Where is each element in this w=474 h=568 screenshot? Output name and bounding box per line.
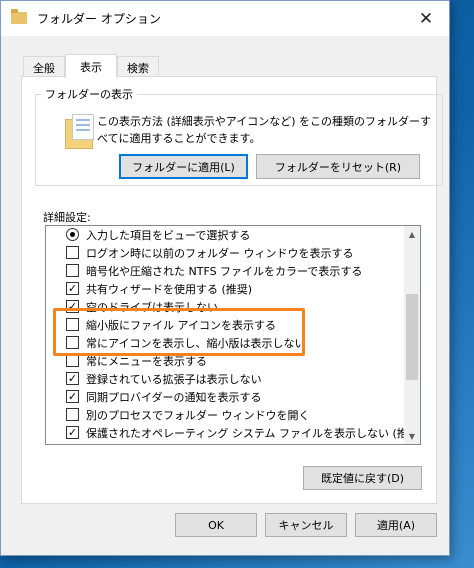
settings-row-label: ログオン時に以前のフォルダー ウィンドウを表示する — [86, 247, 354, 260]
apply-to-folders-button[interactable]: フォルダーに適用(L) — [119, 154, 248, 179]
checkbox[interactable] — [66, 264, 79, 277]
list-scrollbar[interactable]: ▲ ▼ — [404, 226, 420, 444]
settings-row-label: 常にメニューを表示する — [86, 355, 207, 368]
settings-row-label: 暗号化や圧縮された NTFS ファイルをカラーで表示する — [86, 265, 363, 278]
reset-folders-button[interactable]: フォルダーをリセット(R) — [256, 154, 420, 179]
checkbox[interactable] — [66, 246, 79, 259]
tab-search-label: 検索 — [127, 61, 149, 75]
checkbox[interactable]: ✓ — [66, 282, 79, 295]
restore-defaults-label: 既定値に戻す(D) — [320, 472, 405, 485]
checkbox[interactable] — [66, 336, 79, 349]
settings-row[interactable]: ✓ 登録されている拡張子は表示しない — [46, 369, 404, 387]
settings-row[interactable]: 縮小版にファイル アイコンを表示する — [46, 315, 404, 333]
settings-row[interactable]: ✓ 共有ウィザードを使用する (推奨) — [46, 279, 404, 297]
radio-button[interactable] — [66, 228, 79, 241]
settings-row-label: 縮小版にファイル アイコンを表示する — [86, 319, 276, 332]
settings-row[interactable]: 暗号化や圧縮された NTFS ファイルをカラーで表示する — [46, 261, 404, 279]
settings-row-label: 別のプロセスでフォルダー ウィンドウを開く — [86, 409, 310, 422]
settings-row[interactable]: ログオン時に以前のフォルダー ウィンドウを表示する — [46, 243, 404, 261]
checkbox[interactable] — [66, 318, 79, 331]
folder-views-description: この表示方法 (詳細表示やアイコンなど) をこの種類のフォルダーすべてに適用する… — [97, 115, 432, 145]
apply-button[interactable]: 適用(A) — [355, 513, 437, 537]
settings-row-label: 空のドライブは表示しない — [86, 301, 218, 314]
title-bar: フォルダー オプション ✕ — [1, 1, 449, 36]
window-title: フォルダー オプション — [37, 12, 161, 26]
checkbox[interactable]: ✓ — [66, 390, 79, 403]
close-icon: ✕ — [418, 8, 434, 29]
tab-view-label: 表示 — [80, 60, 102, 74]
document-icon — [72, 114, 94, 140]
scroll-down-icon[interactable]: ▼ — [404, 428, 420, 444]
folder-icon — [11, 9, 27, 24]
apply-to-folders-label: フォルダーに適用(L) — [132, 160, 235, 174]
apply-label: 適用(A) — [376, 519, 416, 532]
settings-row[interactable]: ✓ 保護されたオペレーティング システム ファイルを表示しない (推奨) — [46, 423, 420, 441]
folder-views-title: フォルダーの表示 — [41, 86, 137, 102]
restore-defaults-button[interactable]: 既定値に戻す(D) — [303, 466, 422, 490]
tab-general[interactable]: 全般 — [23, 56, 65, 78]
reset-folders-label: フォルダーをリセット(R) — [274, 160, 402, 174]
settings-row-label: 入力した項目をビューで選択する — [86, 229, 251, 242]
settings-row[interactable]: ✓ 空のドライブは表示しない — [46, 297, 404, 315]
ok-button[interactable]: OK — [175, 513, 257, 537]
cancel-label: キャンセル — [278, 519, 334, 532]
scroll-thumb[interactable] — [406, 294, 418, 380]
advanced-settings-label: 詳細設定: — [43, 211, 91, 224]
settings-row[interactable]: 別のプロセスでフォルダー ウィンドウを開く — [46, 405, 404, 423]
settings-row[interactable]: 常にメニューを表示する — [46, 351, 404, 369]
checkbox[interactable] — [66, 408, 79, 421]
checkbox[interactable] — [66, 354, 79, 367]
tab-view[interactable]: 表示 — [65, 54, 117, 78]
settings-row-label: 常にアイコンを表示し、縮小版は表示しない — [86, 337, 306, 350]
settings-row[interactable]: ✓ 同期プロバイダーの通知を表示する — [46, 387, 404, 405]
checkbox[interactable]: ✓ — [66, 300, 79, 313]
checkbox[interactable]: ✓ — [66, 372, 79, 385]
ok-label: OK — [208, 518, 224, 532]
scroll-up-icon[interactable]: ▲ — [404, 226, 420, 242]
folder-icon — [65, 114, 94, 149]
settings-row[interactable]: 入力した項目をビューで選択する — [46, 226, 404, 243]
settings-row-label: 同期プロバイダーの通知を表示する — [86, 391, 262, 404]
folder-options-dialog: フォルダー オプション ✕ 全般 表示 検索 フォルダーの表示 この表示方法 (… — [0, 0, 450, 556]
close-button[interactable]: ✕ — [403, 1, 449, 36]
cancel-button[interactable]: キャンセル — [265, 513, 347, 537]
checkbox[interactable]: ✓ — [66, 426, 79, 439]
tab-general-label: 全般 — [33, 61, 55, 75]
tab-search[interactable]: 検索 — [117, 56, 159, 78]
settings-row-label: 登録されている拡張子は表示しない — [86, 373, 262, 386]
advanced-settings-list[interactable]: 入力した項目をビューで選択するログオン時に以前のフォルダー ウィンドウを表示する… — [45, 225, 421, 445]
settings-row-label: 保護されたオペレーティング システム ファイルを表示しない (推奨) — [86, 427, 421, 440]
settings-row-label: 共有ウィザードを使用する (推奨) — [86, 283, 253, 296]
settings-row[interactable]: 常にアイコンを表示し、縮小版は表示しない — [46, 333, 404, 351]
